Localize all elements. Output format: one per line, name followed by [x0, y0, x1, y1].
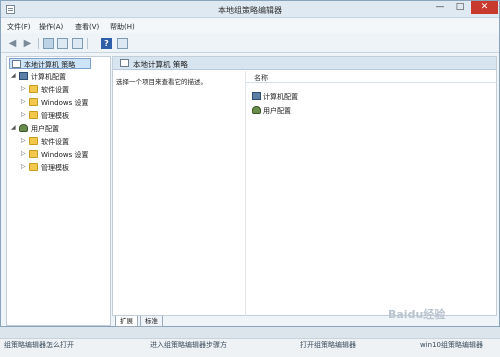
menu-view[interactable]: 查看(V) — [75, 22, 99, 32]
tree-label: 用户配置 — [31, 125, 59, 133]
properties-icon[interactable] — [57, 38, 68, 49]
status-bar: 组策略编辑器怎么打开 进入组策略编辑器步骤方 打开组策略编辑器 win10组策略… — [0, 327, 500, 357]
details-header: 本地计算机 策略 — [113, 57, 496, 70]
tree-item-windows-settings[interactable]: ▷ Windows 设置 — [21, 97, 109, 108]
expand-icon[interactable]: ▷ — [21, 163, 27, 170]
folder-icon — [29, 98, 38, 106]
expand-icon[interactable]: ▷ — [21, 111, 27, 118]
user-icon — [252, 106, 261, 114]
policy-icon — [120, 59, 129, 67]
tree-item-admin-templates[interactable]: ▷ 管理模板 — [21, 110, 109, 121]
folder-icon — [29, 85, 38, 93]
menu-bar: 文件(F) 操作(A) 查看(V) 帮助(H) — [1, 19, 499, 33]
list-item-label: 用户配置 — [263, 107, 291, 115]
tree-label: 本地计算机 策略 — [24, 61, 76, 69]
tree-item-root[interactable]: 本地计算机 策略 — [9, 58, 91, 69]
maximize-button[interactable]: □ — [450, 1, 470, 14]
tree-item-user-windows-settings[interactable]: ▷ Windows 设置 — [21, 149, 109, 160]
item-list: 名称 计算机配置 用户配置 — [245, 71, 497, 316]
expand-icon[interactable]: ▷ — [21, 150, 27, 157]
toolbar-separator — [38, 38, 39, 49]
related-link[interactable]: 组策略编辑器怎么打开 — [4, 340, 74, 350]
tab-extended[interactable]: 扩展 — [115, 316, 138, 327]
forward-arrow-icon[interactable]: ▶ — [22, 38, 33, 49]
close-button[interactable]: ✕ — [471, 1, 498, 14]
minimize-button[interactable]: — — [430, 1, 450, 14]
window-title: 本地组策略编辑器 — [218, 6, 282, 15]
tree-item-user-software-settings[interactable]: ▷ 软件设置 — [21, 136, 109, 147]
tree-label: 管理模板 — [41, 112, 69, 120]
description-text: 选择一个项目来查看它的描述。 — [116, 78, 207, 86]
toolbar-separator — [87, 38, 88, 49]
tree-item-user-config[interactable]: ◢ 用户配置 — [11, 123, 109, 134]
help-icon[interactable]: ? — [101, 38, 112, 49]
collapse-icon[interactable]: ◢ — [11, 124, 17, 131]
folder-icon — [29, 150, 38, 158]
list-item-computer-config[interactable]: 计算机配置 — [252, 91, 332, 102]
policy-icon — [12, 60, 21, 68]
menu-action[interactable]: 操作(A) — [39, 22, 63, 32]
watermark-logo: Baidu经验 — [388, 308, 446, 321]
details-title: 本地计算机 策略 — [133, 60, 188, 69]
column-name[interactable]: 名称 — [254, 73, 268, 83]
folder-icon — [29, 137, 38, 145]
list-item-user-config[interactable]: 用户配置 — [252, 105, 332, 116]
computer-icon — [252, 92, 261, 100]
app-window: 本地组策略编辑器 — □ ✕ 文件(F) 操作(A) 查看(V) 帮助(H) ◀… — [0, 0, 500, 327]
tree-label: 软件设置 — [41, 86, 69, 94]
tree-label: Windows 设置 — [41, 99, 89, 107]
related-link[interactable]: win10组策略编辑器 — [420, 340, 483, 350]
related-link[interactable]: 打开组策略编辑器 — [300, 340, 356, 350]
export-list-icon[interactable] — [72, 38, 83, 49]
tree-label: 软件设置 — [41, 138, 69, 146]
expand-icon[interactable]: ▷ — [21, 137, 27, 144]
column-header[interactable]: 名称 — [246, 71, 497, 83]
tree-pane: 本地计算机 策略 ◢ 计算机配置 ▷ 软件设置 ▷ Windows 设置 ▷ 管… — [6, 56, 111, 326]
tree-label: 管理模板 — [41, 164, 69, 172]
tree-label: 计算机配置 — [31, 73, 66, 81]
status-line — [0, 327, 500, 339]
tree-label: Windows 设置 — [41, 151, 89, 159]
filter-icon[interactable] — [117, 38, 128, 49]
expand-icon[interactable]: ▷ — [21, 98, 27, 105]
list-item-label: 计算机配置 — [263, 93, 298, 101]
folder-icon — [29, 163, 38, 171]
toolbar: ◀ ▶ ? — [1, 34, 499, 53]
user-icon — [19, 124, 28, 132]
menu-help[interactable]: 帮助(H) — [110, 22, 135, 32]
title-bar[interactable]: 本地组策略编辑器 — □ ✕ — [1, 1, 499, 18]
tree-item-computer-config[interactable]: ◢ 计算机配置 — [11, 71, 109, 82]
folder-icon — [29, 111, 38, 119]
tree-item-user-admin-templates[interactable]: ▷ 管理模板 — [21, 162, 109, 173]
related-link[interactable]: 进入组策略编辑器步骤方 — [150, 340, 227, 350]
menu-file[interactable]: 文件(F) — [7, 22, 31, 32]
computer-icon — [19, 72, 28, 80]
collapse-icon[interactable]: ◢ — [11, 72, 17, 79]
tree-item-software-settings[interactable]: ▷ 软件设置 — [21, 84, 109, 95]
back-arrow-icon[interactable]: ◀ — [7, 38, 18, 49]
expand-icon[interactable]: ▷ — [21, 85, 27, 92]
details-pane: 本地计算机 策略 选择一个项目来查看它的描述。 名称 计算机配置 用户配置 — [112, 56, 497, 316]
show-hide-tree-icon[interactable] — [43, 38, 54, 49]
tab-standard[interactable]: 标准 — [140, 316, 163, 327]
